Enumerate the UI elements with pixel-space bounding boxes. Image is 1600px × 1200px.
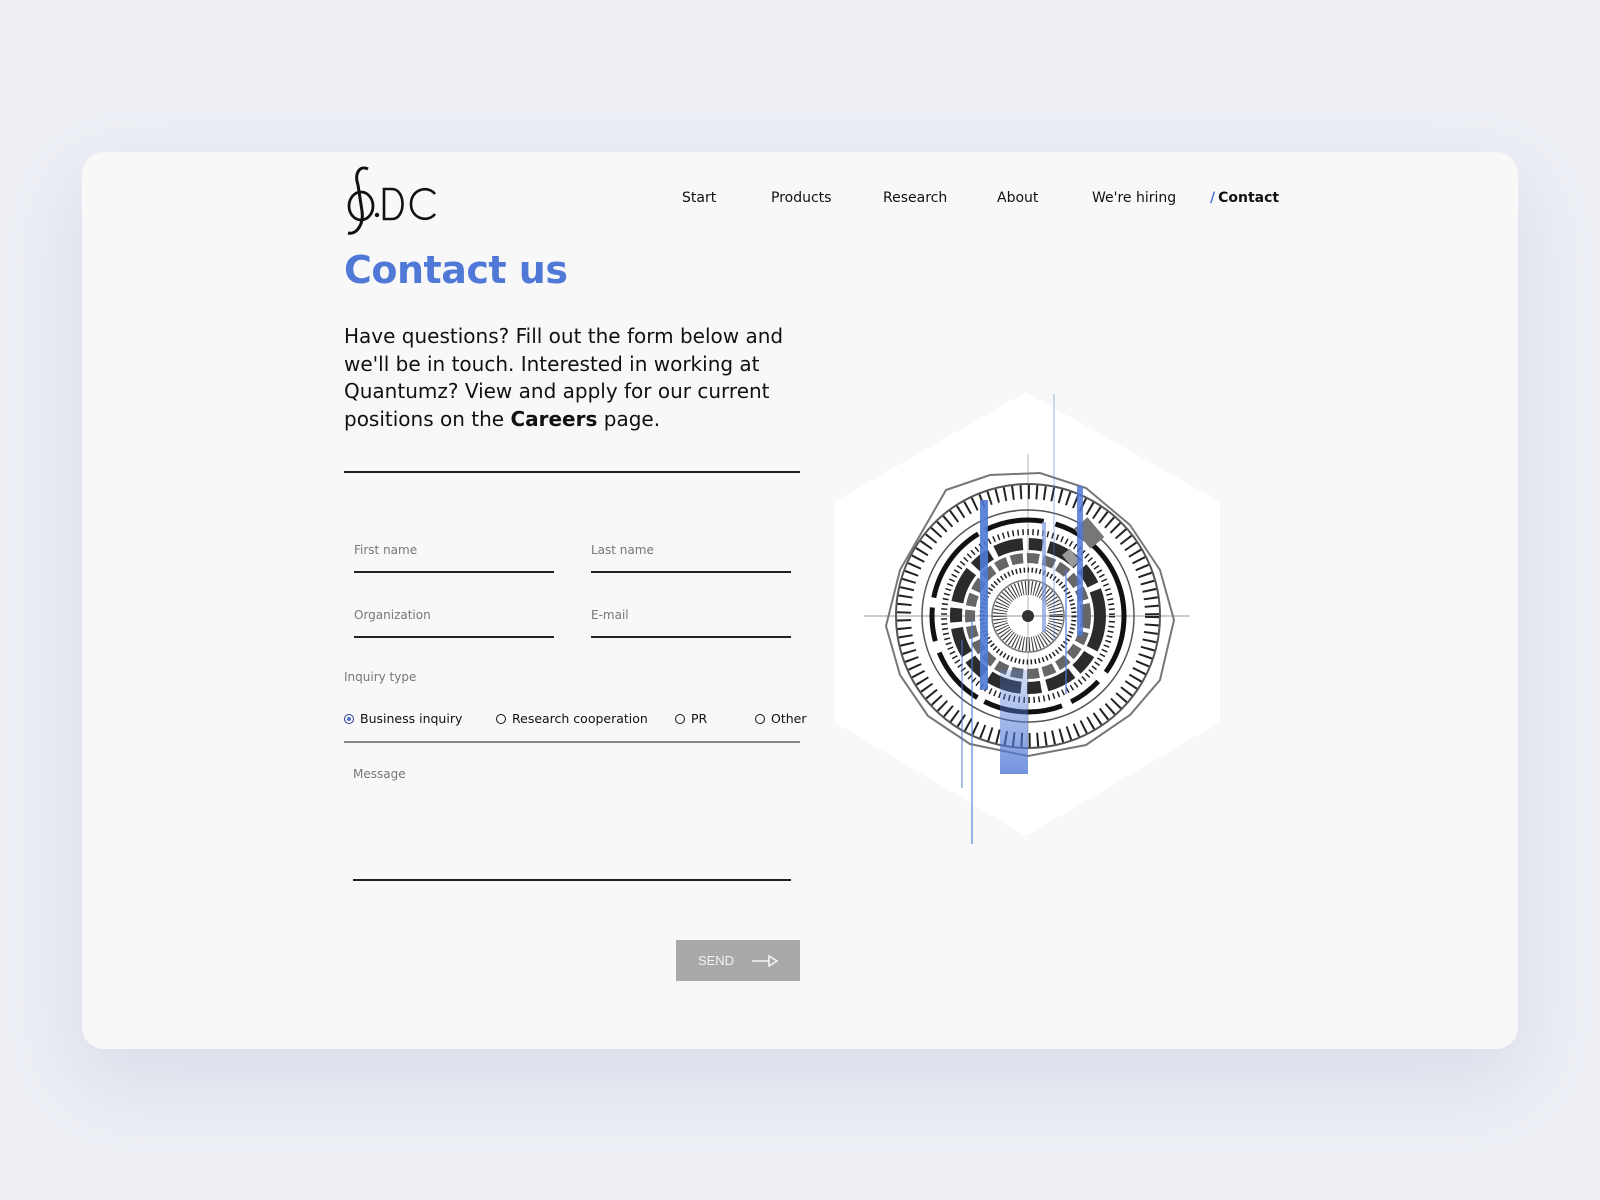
intro-text: Have questions? Fill out the form below … <box>344 323 814 433</box>
last-name-placeholder: Last name <box>591 543 654 557</box>
inquiry-divider <box>344 741 800 743</box>
careers-link[interactable]: Careers <box>510 407 597 431</box>
radio-label: Other <box>771 711 807 726</box>
brand-logo[interactable] <box>344 163 444 239</box>
intro-suffix: page. <box>603 406 661 431</box>
radio-pr[interactable]: PR <box>675 711 707 726</box>
beam-right <box>1077 486 1083 636</box>
nav-hiring[interactable]: We're hiring <box>1092 190 1176 206</box>
radio-other[interactable]: Other <box>755 711 807 726</box>
organization-field[interactable]: Organization <box>354 608 554 638</box>
organization-placeholder: Organization <box>354 608 431 622</box>
message-placeholder: Message <box>353 767 406 781</box>
first-name-placeholder: First name <box>354 543 418 557</box>
nav-start[interactable]: Start <box>682 190 716 206</box>
inquiry-type-label: Inquiry type <box>344 670 417 684</box>
radio-label: Research cooperation <box>512 711 648 726</box>
nav-contact[interactable]: / Contact <box>1210 190 1279 206</box>
email-field[interactable]: E-mail <box>591 608 791 638</box>
beam-bottom <box>1000 670 1028 774</box>
radio-label: Business inquiry <box>360 711 463 726</box>
content-card <box>82 152 1518 1049</box>
send-label: SEND <box>697 953 735 968</box>
send-button[interactable]: SEND <box>676 940 800 981</box>
radio-label: PR <box>691 711 708 726</box>
first-name-field[interactable]: First name <box>354 543 554 573</box>
logo-mark <box>347 166 437 235</box>
radio-selected-icon <box>344 714 354 724</box>
quantum-core-illustration <box>830 390 1230 850</box>
message-field[interactable]: Message <box>353 767 791 881</box>
radio-unselected-icon <box>755 714 765 724</box>
last-name-field[interactable]: Last name <box>591 543 791 573</box>
arrow-right-icon <box>752 954 779 967</box>
nav-contact-label: Contact <box>1218 190 1280 206</box>
page-title: Contact us <box>344 248 568 292</box>
nav-research[interactable]: Research <box>883 190 947 206</box>
radio-unselected-icon <box>675 714 685 724</box>
beam-left <box>980 500 988 690</box>
radio-unselected-icon <box>496 714 506 724</box>
illustration-svg <box>834 392 1220 844</box>
active-slash-mark: / <box>1210 190 1216 206</box>
core-center <box>1022 610 1034 622</box>
nav-about[interactable]: About <box>997 190 1038 206</box>
radio-business-inquiry[interactable]: Business inquiry <box>344 711 462 726</box>
section-divider <box>344 471 800 473</box>
nav-products[interactable]: Products <box>771 190 831 206</box>
email-placeholder: E-mail <box>591 608 629 622</box>
radio-research-cooperation[interactable]: Research cooperation <box>496 711 648 726</box>
